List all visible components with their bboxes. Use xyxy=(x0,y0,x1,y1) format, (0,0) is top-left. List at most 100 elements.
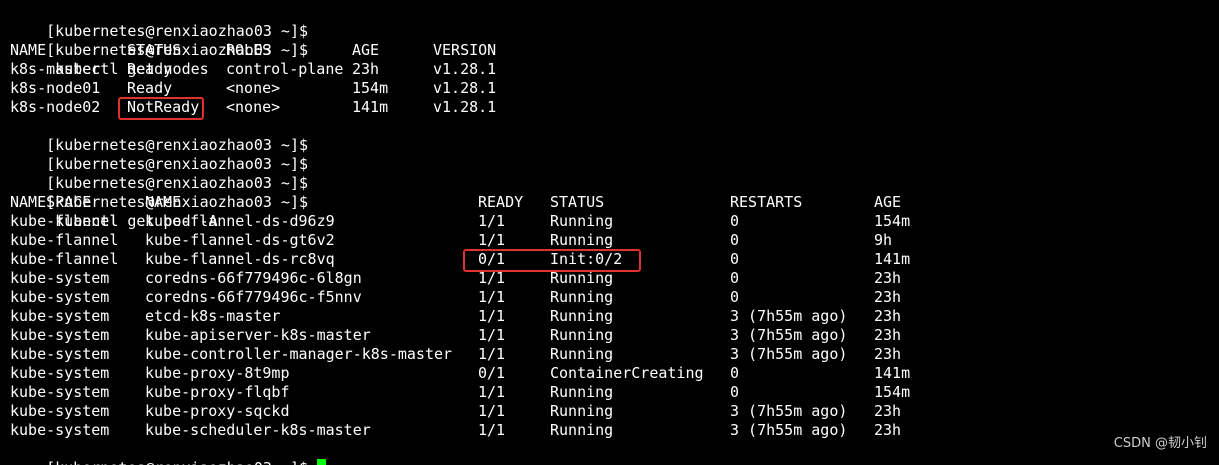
pod-name: coredns-66f779496c-f5nnv xyxy=(145,288,362,306)
node-version: v1.28.1 xyxy=(433,98,497,116)
pod-restarts: 0 xyxy=(730,231,740,249)
pods-table-row: kube-system coredns-66f779496c-f5nnv 1/1… xyxy=(10,288,901,307)
nodes-header-name: NAME xyxy=(10,41,47,59)
text-cursor xyxy=(317,459,327,465)
pod-ready: 1/1 xyxy=(478,421,506,439)
prompt-line: [kubernetes@renxiaozhao03 ~]$ xyxy=(10,3,308,40)
pod-age: 141m xyxy=(874,364,911,382)
node-status: Ready xyxy=(127,79,173,97)
prompt-line: [kubernetes@renxiaozhao03 ~]$ xyxy=(10,136,308,173)
pod-name: coredns-66f779496c-6l8gn xyxy=(145,269,362,287)
pod-restarts: 3 (7h55m ago) xyxy=(730,307,848,325)
nodes-table-row: k8s-node02 NotReady <none> 141m v1.28.1 xyxy=(10,98,496,117)
pod-namespace: kube-system xyxy=(10,421,110,439)
pod-age: 23h xyxy=(874,307,902,325)
pods-header-status: STATUS xyxy=(550,193,605,211)
pod-status: Running xyxy=(550,421,614,439)
pods-header-age: AGE xyxy=(874,193,902,211)
pod-ready: 1/1 xyxy=(478,402,506,420)
prompt: [kubernetes@renxiaozhao03 ~]$ xyxy=(46,459,308,465)
pod-restarts: 0 xyxy=(730,269,740,287)
pod-status: Running xyxy=(550,288,614,306)
pod-status: ContainerCreating xyxy=(550,364,704,382)
active-prompt-line[interactable]: [kubernetes@renxiaozhao03 ~]$ xyxy=(10,440,327,465)
node-version: v1.28.1 xyxy=(433,79,497,97)
pods-table-row: kube-system kube-apiserver-k8s-master 1/… xyxy=(10,326,901,345)
pod-age: 23h xyxy=(874,345,902,363)
pod-age: 23h xyxy=(874,269,902,287)
pods-table-row: kube-flannel kube-flannel-ds-gt6v2 1/1 R… xyxy=(10,231,892,250)
pod-restarts: 0 xyxy=(730,212,740,230)
pod-age: 9h xyxy=(874,231,893,249)
pod-restarts: 0 xyxy=(730,288,740,306)
pod-ready: 0/1 xyxy=(478,364,506,382)
pod-name: kube-scheduler-k8s-master xyxy=(145,421,371,439)
pod-age: 23h xyxy=(874,402,902,420)
node-name: k8s-node02 xyxy=(10,98,101,116)
pod-age: 154m xyxy=(874,212,911,230)
pod-age: 141m xyxy=(874,250,911,268)
pod-namespace: kube-system xyxy=(10,345,110,363)
pods-table-row: kube-system etcd-k8s-master 1/1 Running … xyxy=(10,307,901,326)
pod-ready: 1/1 xyxy=(478,288,506,306)
node-version: v1.28.1 xyxy=(433,60,497,78)
terminal-window[interactable]: [kubernetes@renxiaozhao03 ~]$ [kubernete… xyxy=(0,0,1219,465)
pod-ready: 1/1 xyxy=(478,231,506,249)
pods-table-row: kube-flannel kube-flannel-ds-d96z9 1/1 R… xyxy=(10,212,910,231)
init-status-highlight-box xyxy=(463,249,641,272)
pod-restarts: 0 xyxy=(730,383,740,401)
pod-age: 23h xyxy=(874,421,902,439)
pod-name: etcd-k8s-master xyxy=(145,307,281,325)
pod-status: Running xyxy=(550,212,614,230)
pod-namespace: kube-system xyxy=(10,364,110,382)
pods-table-row: kube-system kube-proxy-sqckd 1/1 Running… xyxy=(10,402,901,421)
node-age: 23h xyxy=(352,60,380,78)
pod-status: Running xyxy=(550,307,614,325)
node-name: k8s-master xyxy=(10,60,101,78)
pod-status: Running xyxy=(550,231,614,249)
pods-header-restarts: RESTARTS xyxy=(730,193,803,211)
pods-table-row: kube-flannel kube-flannel-ds-rc8vq 0/1 I… xyxy=(10,250,910,269)
node-name: k8s-node01 xyxy=(10,79,101,97)
pod-namespace: kube-system xyxy=(10,269,110,287)
pod-status: Running xyxy=(550,383,614,401)
node-age: 154m xyxy=(352,79,389,97)
pod-ready: 1/1 xyxy=(478,345,506,363)
command-line: [kubernetes@renxiaozhao03 ~]$ kubectl ge… xyxy=(10,174,308,230)
node-roles: control-plane xyxy=(226,60,344,78)
pod-age: 23h xyxy=(874,326,902,344)
nodes-table-row: k8s-node01 Ready <none> 154m v1.28.1 xyxy=(10,79,496,98)
pods-header-name: NAME xyxy=(145,193,182,211)
pod-namespace: kube-flannel xyxy=(10,250,119,268)
command-line: [kubernetes@renxiaozhao03 ~]$ kubectl ge… xyxy=(10,22,308,78)
node-age: 141m xyxy=(352,98,389,116)
pod-name: kube-controller-manager-k8s-master xyxy=(145,345,453,363)
pod-namespace: kube-flannel xyxy=(10,212,119,230)
pods-table-row: kube-system kube-proxy-flqbf 1/1 Running… xyxy=(10,383,910,402)
pod-status: Running xyxy=(550,326,614,344)
csdn-watermark: CSDN @韧小钊 xyxy=(1113,436,1207,451)
nodes-header-age: AGE xyxy=(352,41,380,59)
pod-age: 154m xyxy=(874,383,911,401)
pod-name: kube-proxy-flqbf xyxy=(145,383,290,401)
pod-status: Running xyxy=(550,345,614,363)
pod-restarts: 3 (7h55m ago) xyxy=(730,402,848,420)
prompt-line: [kubernetes@renxiaozhao03 ~]$ xyxy=(10,155,308,192)
pods-header-row: NAMESPACE NAME READY STATUS RESTARTS AGE xyxy=(10,193,901,212)
nodes-header-version: VERSION xyxy=(433,41,497,59)
pod-age: 23h xyxy=(874,288,902,306)
pod-restarts: 0 xyxy=(730,250,740,268)
nodes-header-status: STATUS xyxy=(127,41,182,59)
pod-name: kube-proxy-8t9mp xyxy=(145,364,290,382)
pod-namespace: kube-system xyxy=(10,326,110,344)
node-roles: <none> xyxy=(226,98,281,116)
pod-ready: 1/1 xyxy=(478,212,506,230)
nodes-header-roles: ROLES xyxy=(226,41,272,59)
node-roles: <none> xyxy=(226,79,281,97)
pods-table-row: kube-system kube-controller-manager-k8s-… xyxy=(10,345,901,364)
pod-name: kube-apiserver-k8s-master xyxy=(145,326,371,344)
pod-name: kube-flannel-ds-d96z9 xyxy=(145,212,335,230)
pod-ready: 1/1 xyxy=(478,307,506,325)
pod-name: kube-flannel-ds-rc8vq xyxy=(145,250,335,268)
pod-status: Running xyxy=(550,402,614,420)
